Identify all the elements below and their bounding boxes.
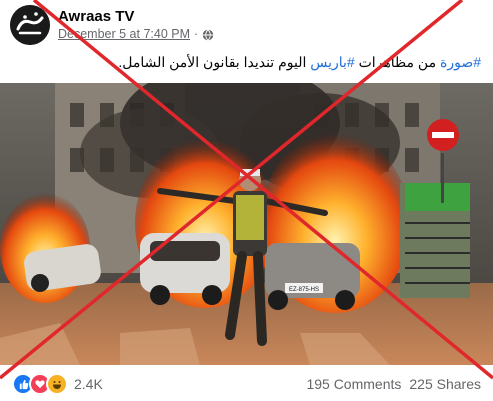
post-timestamp[interactable]: December 5 at 7:40 PM: [58, 26, 190, 43]
hashtag-paris[interactable]: #باريس: [310, 54, 354, 70]
reactions-summary[interactable]: 2.4K: [12, 373, 103, 395]
haha-icon: [46, 373, 68, 395]
post-caption: #صورة من مظاهرات #باريس اليوم تنديدا بقا…: [118, 54, 481, 71]
awraas-logo: [10, 5, 50, 45]
post-footer: 2.4K 195 Comments 225 Shares: [0, 367, 493, 401]
post-header: Awraas TV December 5 at 7:40 PM ·: [10, 5, 214, 45]
reaction-count[interactable]: 2.4K: [74, 376, 103, 392]
engagement-stats: 195 Comments 225 Shares: [306, 376, 481, 392]
avatar[interactable]: [10, 5, 50, 45]
separator: ·: [194, 27, 199, 41]
caption-text-2: اليوم تنديدا بقانون الأمن الشامل.: [118, 54, 311, 70]
plate-text: EZ-875-HS: [289, 287, 319, 293]
page-name[interactable]: Awraas TV: [58, 7, 214, 26]
post-photo[interactable]: EZ-875-HS: [0, 83, 493, 365]
globe-icon[interactable]: [202, 28, 214, 41]
facebook-post: Awraas TV December 5 at 7:40 PM · #صورة …: [0, 0, 493, 401]
comments-count[interactable]: 195 Comments: [306, 376, 401, 392]
hashtag-photo[interactable]: #صورة: [440, 54, 481, 70]
shares-count[interactable]: 225 Shares: [409, 376, 481, 392]
riot-photo-scene: EZ-875-HS: [0, 83, 493, 365]
caption-text-1: من مظاهرات: [354, 54, 440, 70]
